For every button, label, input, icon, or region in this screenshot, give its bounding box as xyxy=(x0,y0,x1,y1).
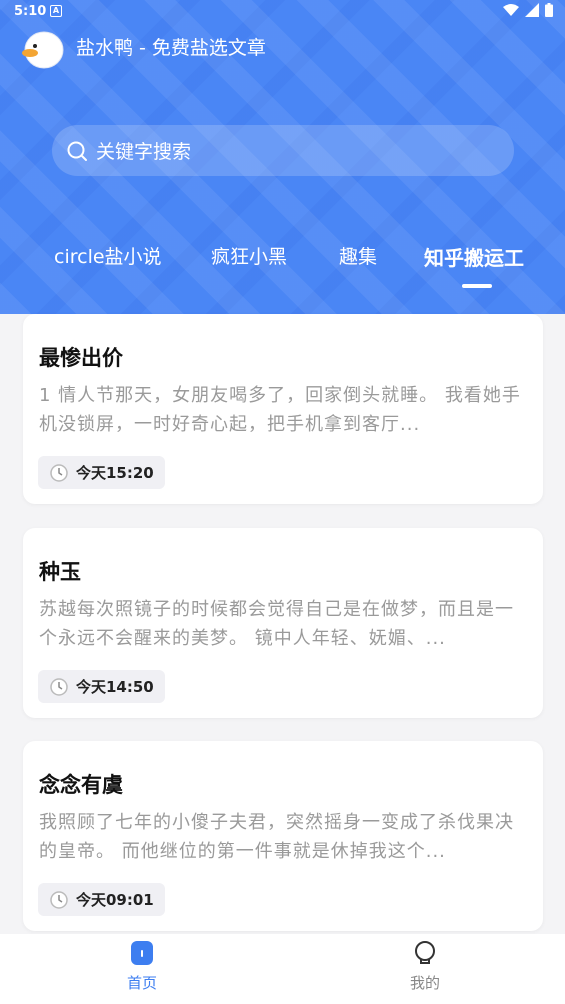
article-time-badge: 今天14:50 xyxy=(38,670,165,703)
notification-icon: A xyxy=(50,5,62,17)
article-card[interactable]: 种玉 苏越每次照镜子的时候都会觉得自己是在做梦，而且是一个永远不会醒来的美梦。 … xyxy=(23,528,543,718)
article-time-badge: 今天09:01 xyxy=(38,883,165,916)
search-placeholder: 关键字搜索 xyxy=(96,141,192,163)
nav-mine[interactable]: 我的 xyxy=(365,934,485,1004)
tab-active-indicator xyxy=(462,284,492,288)
app-title: 盐水鸭 - 免费盐选文章 xyxy=(76,37,266,59)
app-header: 5:10 A 盐水鸭 - 免费盐选文章 关键字搜索 circle盐小说 疯狂小黑… xyxy=(0,0,565,314)
article-excerpt: 1 情人节那天，女朋友喝多了，回家倒头就睡。 我看她手机没锁屏，一时好奇心起，把… xyxy=(39,385,521,435)
clock-icon xyxy=(50,463,68,482)
status-bar: 5:10 A xyxy=(0,0,565,26)
clock-icon xyxy=(50,677,68,696)
tab-zhihu-porter[interactable]: 知乎搬运工 xyxy=(424,242,524,271)
article-title: 念念有虞 xyxy=(39,773,123,797)
article-time: 今天14:50 xyxy=(76,678,154,696)
status-icons xyxy=(503,3,553,17)
tab-quji[interactable]: 趣集 xyxy=(339,242,377,269)
search-icon xyxy=(67,141,87,161)
article-time: 今天09:01 xyxy=(76,891,154,909)
bottom-navigation: 首页 我的 xyxy=(0,934,565,1004)
lightbulb-icon xyxy=(415,941,435,964)
battery-icon xyxy=(545,3,553,17)
article-title: 最惨出价 xyxy=(39,346,123,370)
clock-icon xyxy=(50,890,68,909)
nav-label: 首页 xyxy=(126,974,157,992)
home-icon xyxy=(131,941,153,965)
status-time: 5:10 xyxy=(14,4,47,19)
search-input[interactable]: 关键字搜索 xyxy=(52,125,514,176)
duck-logo-icon xyxy=(22,31,64,69)
article-time-badge: 今天15:20 xyxy=(38,456,165,489)
nav-home[interactable]: 首页 xyxy=(82,934,202,1004)
article-excerpt: 苏越每次照镜子的时候都会觉得自己是在做梦，而且是一个永远不会醒来的美梦。 镜中人… xyxy=(39,599,514,649)
nav-label: 我的 xyxy=(409,974,440,992)
tab-crazy-black[interactable]: 疯狂小黑 xyxy=(211,242,287,269)
article-excerpt: 我照顾了七年的小傻子夫君，突然摇身一变成了杀伐果决的皇帝。 而他继位的第一件事就… xyxy=(39,812,514,862)
article-time: 今天15:20 xyxy=(76,464,154,482)
signal-icon xyxy=(525,3,539,17)
article-card[interactable]: 念念有虞 我照顾了七年的小傻子夫君，突然摇身一变成了杀伐果决的皇帝。 而他继位的… xyxy=(23,741,543,931)
article-card[interactable]: 最惨出价 1 情人节那天，女朋友喝多了，回家倒头就睡。 我看她手机没锁屏，一时好… xyxy=(23,314,543,504)
article-title: 种玉 xyxy=(39,560,81,584)
tab-circle[interactable]: circle盐小说 xyxy=(54,242,162,269)
wifi-icon xyxy=(503,3,519,16)
category-tabs: circle盐小说 疯狂小黑 趣集 知乎搬运工 xyxy=(0,236,565,296)
